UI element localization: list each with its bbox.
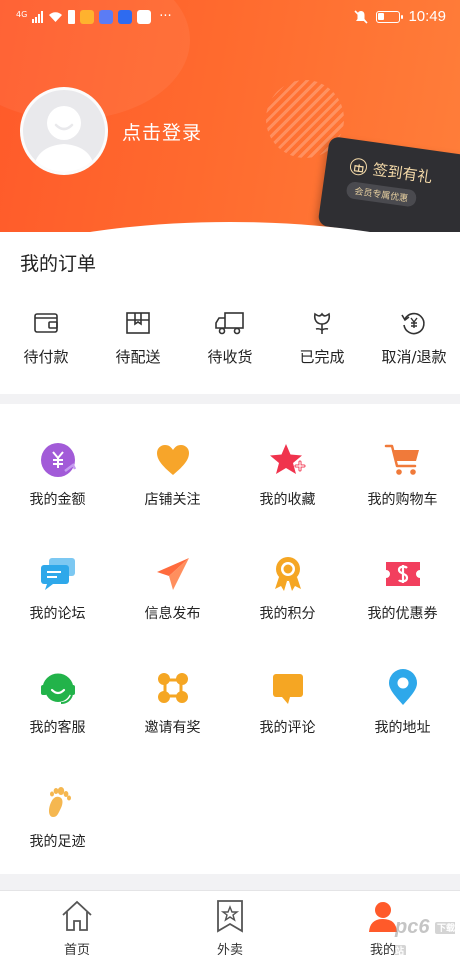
order-pending-receipt[interactable]: 待收货 [184, 310, 276, 367]
clock: 10:49 [408, 8, 446, 25]
service-my-coupons[interactable]: 我的优惠券 [345, 554, 460, 623]
service-label: 我的足迹 [29, 834, 86, 850]
order-pending-delivery[interactable]: 待配送 [92, 310, 184, 367]
service-label: 邀请有奖 [144, 720, 201, 736]
order-cancel-refund[interactable]: 取消/退款 [368, 310, 460, 367]
service-label: 我的客服 [29, 720, 86, 736]
paper-plane-icon [153, 554, 193, 594]
order-completed[interactable]: 已完成 [276, 310, 368, 367]
package-icon [126, 312, 150, 334]
service-my-points[interactable]: 我的积分 [230, 554, 345, 623]
app-notification-icon [137, 9, 152, 24]
service-label: 我的论坛 [29, 606, 86, 622]
service-invite-reward[interactable]: 邀请有奖 [115, 668, 230, 737]
tab-takeout[interactable]: 外卖 [190, 899, 270, 955]
orders-title: 我的订单 [20, 253, 97, 275]
refund-icon [401, 312, 425, 335]
service-customer-service[interactable]: 我的客服 [0, 668, 115, 737]
order-label: 待配送 [115, 348, 161, 366]
comment-icon [268, 668, 308, 708]
gift-icon [348, 157, 369, 177]
site-watermark: pc6 下载站 [395, 916, 460, 955]
service-my-comments[interactable]: 我的评论 [230, 668, 345, 737]
default-avatar-icon [33, 106, 95, 172]
app-notification-icon [80, 9, 95, 24]
service-my-forum[interactable]: 我的论坛 [0, 554, 115, 623]
network-indicator: 4G [16, 10, 28, 19]
tab-label: 首页 [63, 943, 90, 955]
service-label: 我的购物车 [367, 492, 438, 508]
service-my-favorites[interactable]: 我的收藏 [230, 440, 345, 509]
service-label: 我的地址 [374, 720, 431, 736]
watermark-text: pc6 [395, 916, 430, 938]
signal-icon [32, 10, 44, 23]
battery-icon [376, 10, 404, 23]
more-notifications: ··· [159, 9, 172, 24]
wifi-icon [49, 11, 63, 22]
order-label: 待收货 [207, 348, 253, 366]
order-label: 待付款 [23, 348, 69, 366]
wallet-icon [34, 313, 58, 333]
signin-subtitle: 会员专属优惠 [345, 180, 418, 208]
home-icon [62, 900, 92, 931]
bookmark-star-icon [217, 900, 243, 933]
service-my-cart[interactable]: 我的购物车 [345, 440, 460, 509]
status-bar: 4G ··· 10:49 [0, 0, 460, 36]
signin-reward-card[interactable]: 签到有礼 会员专属优惠 [317, 136, 460, 240]
service-label: 我的收藏 [259, 492, 316, 508]
service-label: 我的积分 [259, 606, 316, 622]
profile-header: 4G ··· 10:49 点击登录 签到有礼 会员专属优惠 [0, 0, 460, 240]
service-label: 我的优惠券 [367, 606, 438, 622]
signin-title-text: 签到有礼 [371, 160, 434, 187]
service-my-footprint[interactable]: 我的足迹 [0, 782, 115, 851]
chat-icon [38, 554, 78, 594]
star-icon [268, 440, 308, 480]
orders-section: 我的订单 待付款 待配送 待收货 已完成 取消/退款 [0, 232, 460, 394]
coupon-icon [383, 554, 423, 594]
medal-icon [268, 554, 308, 594]
cart-icon [383, 440, 423, 480]
services-grid: 我的金额 店铺关注 我的收藏 我的购物车 我的论坛 信息发布 我的积分 我的优惠… [0, 404, 460, 874]
service-post-info[interactable]: 信息发布 [115, 554, 230, 623]
tab-home[interactable]: 首页 [37, 899, 117, 955]
order-label: 已完成 [299, 348, 345, 366]
service-my-address[interactable]: 我的地址 [345, 668, 460, 737]
service-shop-follow[interactable]: 店铺关注 [115, 440, 230, 509]
service-label: 我的评论 [259, 720, 316, 736]
truck-icon [215, 312, 244, 335]
money-icon [38, 440, 78, 480]
invite-icon [153, 668, 193, 708]
app-notification-icon [118, 9, 133, 24]
login-link[interactable]: 点击登录 [122, 118, 202, 145]
tab-label: 外卖 [216, 943, 243, 955]
service-label: 我的金额 [29, 492, 86, 508]
mute-icon [354, 9, 369, 24]
order-label: 取消/退款 [381, 348, 447, 366]
order-pending-payment[interactable]: 待付款 [0, 310, 92, 367]
app-notification-icon [99, 9, 114, 24]
service-label: 店铺关注 [144, 492, 201, 508]
footprint-icon [38, 782, 78, 822]
flower-icon [313, 312, 331, 334]
service-my-balance[interactable]: 我的金额 [0, 440, 115, 509]
heart-icon [153, 440, 193, 480]
location-icon [383, 668, 423, 708]
avatar[interactable] [20, 87, 108, 175]
sim-icon [68, 9, 76, 24]
service-label: 信息发布 [144, 606, 201, 622]
bottom-tab-bar: 首页 外卖 我的 [0, 890, 460, 955]
headset-icon [38, 668, 78, 708]
